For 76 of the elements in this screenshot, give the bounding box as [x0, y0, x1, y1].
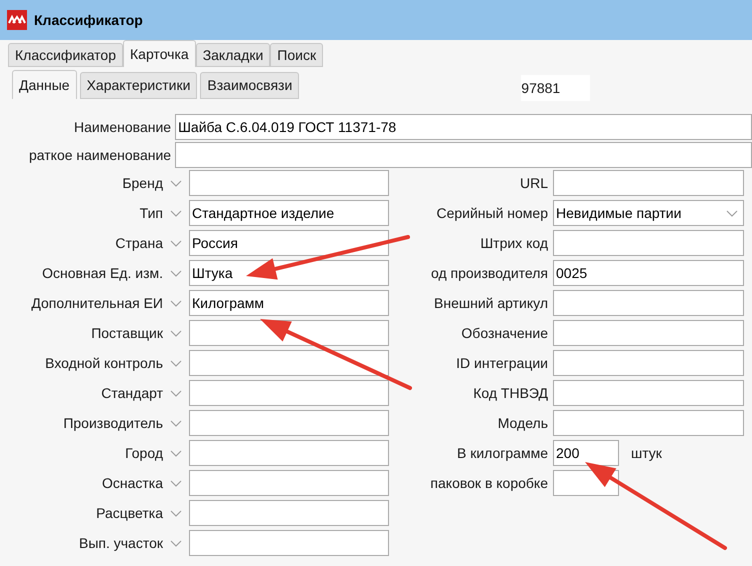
chevron-down-icon	[170, 210, 182, 216]
field-label: Тип	[138, 204, 163, 222]
chevron-down-icon	[170, 510, 182, 516]
input-field[interactable]	[189, 410, 389, 436]
field-label: Бренд	[121, 174, 163, 193]
chevron-down-icon	[170, 450, 182, 456]
field-label: Дополнительная ЕИ	[30, 294, 163, 313]
tab[interactable]: Данные	[12, 70, 77, 99]
field-label: раткое наименование	[28, 146, 172, 165]
field-label: Оснастка	[100, 474, 163, 492]
chevron-down-icon	[170, 300, 182, 306]
field-label: Модель	[496, 414, 548, 433]
input-field[interactable]: Килограмм	[189, 290, 389, 316]
field-label: Код ТНВЭД	[472, 384, 548, 403]
input-field[interactable]: 200	[553, 440, 619, 466]
field-label: Внешний артикул	[433, 294, 548, 313]
unit-label: штук	[631, 444, 662, 463]
input-field[interactable]: 0025	[553, 260, 744, 286]
field-label: Входной контроль	[44, 354, 163, 373]
field-label: Штрих код	[479, 234, 548, 253]
window-title: Классификатор	[34, 10, 143, 30]
input-field[interactable]	[189, 440, 389, 466]
input-field[interactable]	[189, 470, 389, 496]
tab[interactable]: Взаимосвязи	[200, 72, 300, 99]
input-field[interactable]	[553, 170, 744, 196]
field-label: Серийный номер	[435, 204, 548, 223]
tab[interactable]: Характеристики	[80, 72, 198, 99]
field-label: ID интеграции	[455, 354, 548, 373]
input-field[interactable]	[553, 320, 744, 346]
input-field[interactable]	[189, 170, 389, 196]
field-label: Стандарт	[100, 384, 163, 403]
chevron-down-icon	[170, 420, 182, 426]
field-label: од производителя	[430, 264, 548, 283]
input-field[interactable]	[189, 350, 389, 376]
chevron-down-icon	[170, 390, 182, 396]
chevron-down-icon	[170, 540, 182, 546]
input-field[interactable]	[189, 320, 389, 346]
field-label: Производитель	[62, 414, 163, 433]
chevron-down-icon	[170, 330, 182, 336]
input-field[interactable]	[553, 230, 744, 256]
tab[interactable]: Карточка	[123, 40, 196, 67]
field-label: Вып. участок	[78, 534, 163, 553]
app-logo-icon	[7, 10, 27, 30]
input-field[interactable]	[189, 530, 389, 556]
input-field[interactable]	[189, 500, 389, 526]
input-field[interactable]	[175, 142, 752, 168]
input-field[interactable]: Шайба С.6.04.019 ГОСТ 11371-78	[175, 114, 752, 140]
tab[interactable]: Поиск	[270, 43, 324, 67]
chevron-down-icon	[170, 180, 182, 186]
chevron-down-icon	[170, 480, 182, 486]
chevron-down-icon	[170, 240, 182, 246]
input-field[interactable]	[553, 380, 744, 406]
input-field[interactable]	[553, 410, 744, 436]
chevron-down-icon	[170, 360, 182, 366]
tab[interactable]: Закладки	[196, 43, 270, 67]
input-field[interactable]: Стандартное изделие	[189, 200, 389, 226]
input-field[interactable]: Невидимые партии	[553, 200, 744, 226]
tab[interactable]: Классификатор	[8, 43, 124, 67]
field-label: Страна	[114, 234, 163, 253]
input-field[interactable]	[189, 380, 389, 406]
field-label: Поставщик	[90, 324, 163, 343]
input-field[interactable]: Россия	[189, 230, 389, 256]
input-field[interactable]	[553, 290, 744, 316]
chevron-down-icon	[726, 210, 738, 216]
field-label: Расцветка	[95, 504, 163, 523]
field-label: Город	[124, 444, 163, 463]
input-field[interactable]	[553, 350, 744, 376]
field-label: Обозначение	[460, 324, 548, 342]
input-field[interactable]: Штука	[189, 260, 389, 286]
field-label: Основная Ед. изм.	[41, 264, 163, 283]
field-label: В килограмме	[456, 444, 548, 463]
field-label: Наименование	[73, 118, 172, 136]
field-label: паковок в коробке	[429, 474, 548, 493]
chevron-down-icon	[170, 270, 182, 276]
field-label: URL	[518, 174, 548, 192]
record-id-field: 97881	[521, 75, 590, 101]
